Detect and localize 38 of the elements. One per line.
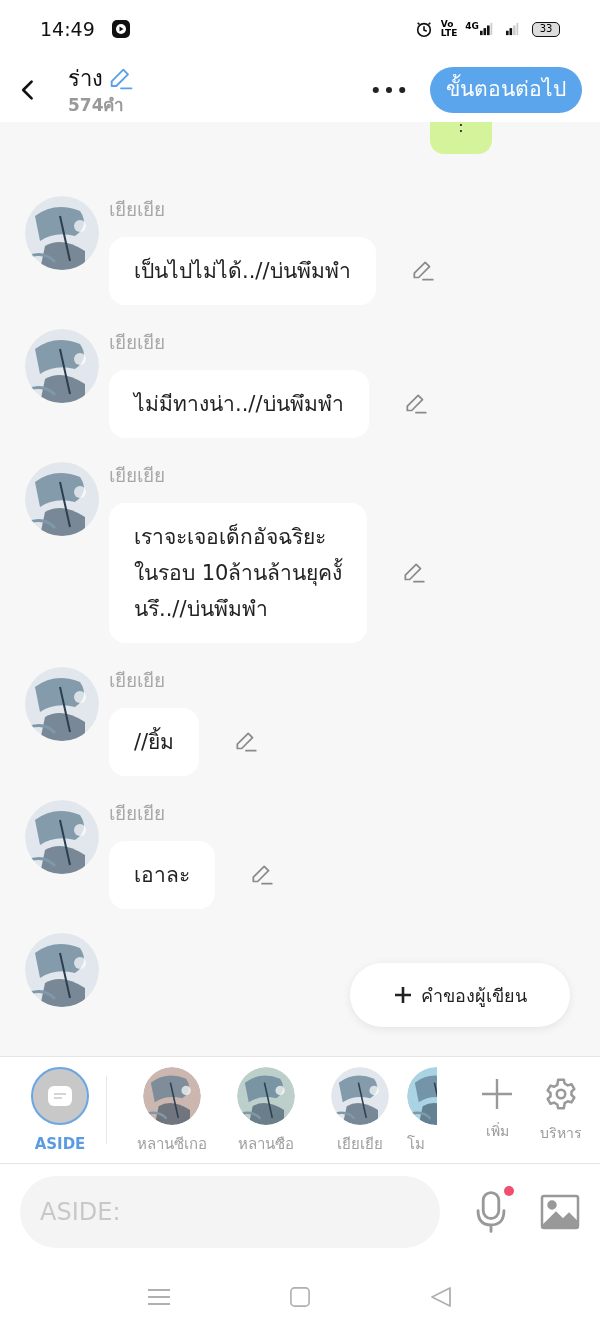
message-bubble: ไม่มีทางน่า..//บ่นพึมพำ bbox=[109, 370, 369, 438]
alarm-icon bbox=[414, 20, 433, 38]
character-tab[interactable]: หลานซือ bbox=[219, 1067, 313, 1153]
plus-icon bbox=[482, 1078, 512, 1109]
battery-indicator: 33 bbox=[532, 21, 560, 37]
more-icon[interactable] bbox=[372, 86, 406, 94]
menu-icon[interactable] bbox=[148, 1286, 170, 1307]
home-icon[interactable] bbox=[290, 1286, 310, 1307]
message-bubble: //ยิ้ม bbox=[109, 708, 200, 776]
author-note-button[interactable]: คำของผู้เขียน bbox=[350, 963, 570, 1027]
sender-name: เยียเยีย bbox=[109, 330, 166, 355]
message-icon bbox=[48, 1086, 72, 1106]
character-tab[interactable]: โม bbox=[407, 1067, 437, 1153]
next-step-button[interactable]: ขั้นตอนต่อไป bbox=[430, 67, 582, 113]
message-bubble: : bbox=[430, 122, 492, 154]
volte-label: Vo LTE bbox=[440, 20, 458, 38]
microphone-icon[interactable] bbox=[474, 1190, 508, 1234]
draft-title: ร่าง bbox=[68, 65, 103, 93]
settings-icon bbox=[544, 1076, 578, 1111]
add-button[interactable]: เพิ่ม bbox=[482, 1078, 512, 1142]
sender-name: เยียเยีย bbox=[109, 463, 166, 488]
message-bubble: เราจะเจอเด็กอัจฉริยะ ในรอบ 10ล้านล้านยุคงั้ นรึ..//บ่นพึมพำ bbox=[109, 503, 368, 643]
message-bubble: เอาละ bbox=[109, 841, 215, 909]
signal-icon bbox=[506, 22, 520, 36]
character-tab[interactable]: เยียเยีย bbox=[313, 1067, 407, 1153]
play-icon bbox=[110, 19, 131, 39]
image-icon[interactable] bbox=[540, 1194, 580, 1230]
sender-name: เยียเยีย bbox=[109, 197, 166, 222]
sender-name: เยียเยีย bbox=[109, 801, 166, 826]
plus-icon bbox=[393, 985, 413, 1005]
sender-name: เยียเยีย bbox=[109, 668, 166, 693]
manage-button[interactable]: บริหาร bbox=[540, 1076, 582, 1144]
status-time: 14:49 bbox=[40, 16, 95, 42]
word-count: 574คำ bbox=[68, 94, 126, 116]
character-tab[interactable]: หลานซีเกอ bbox=[125, 1067, 219, 1153]
message-bubble: เป็นไปไม่ได้..//บ่นพึมพำ bbox=[109, 237, 376, 305]
network-label: 4G bbox=[465, 20, 479, 33]
signal-icon bbox=[480, 22, 494, 36]
